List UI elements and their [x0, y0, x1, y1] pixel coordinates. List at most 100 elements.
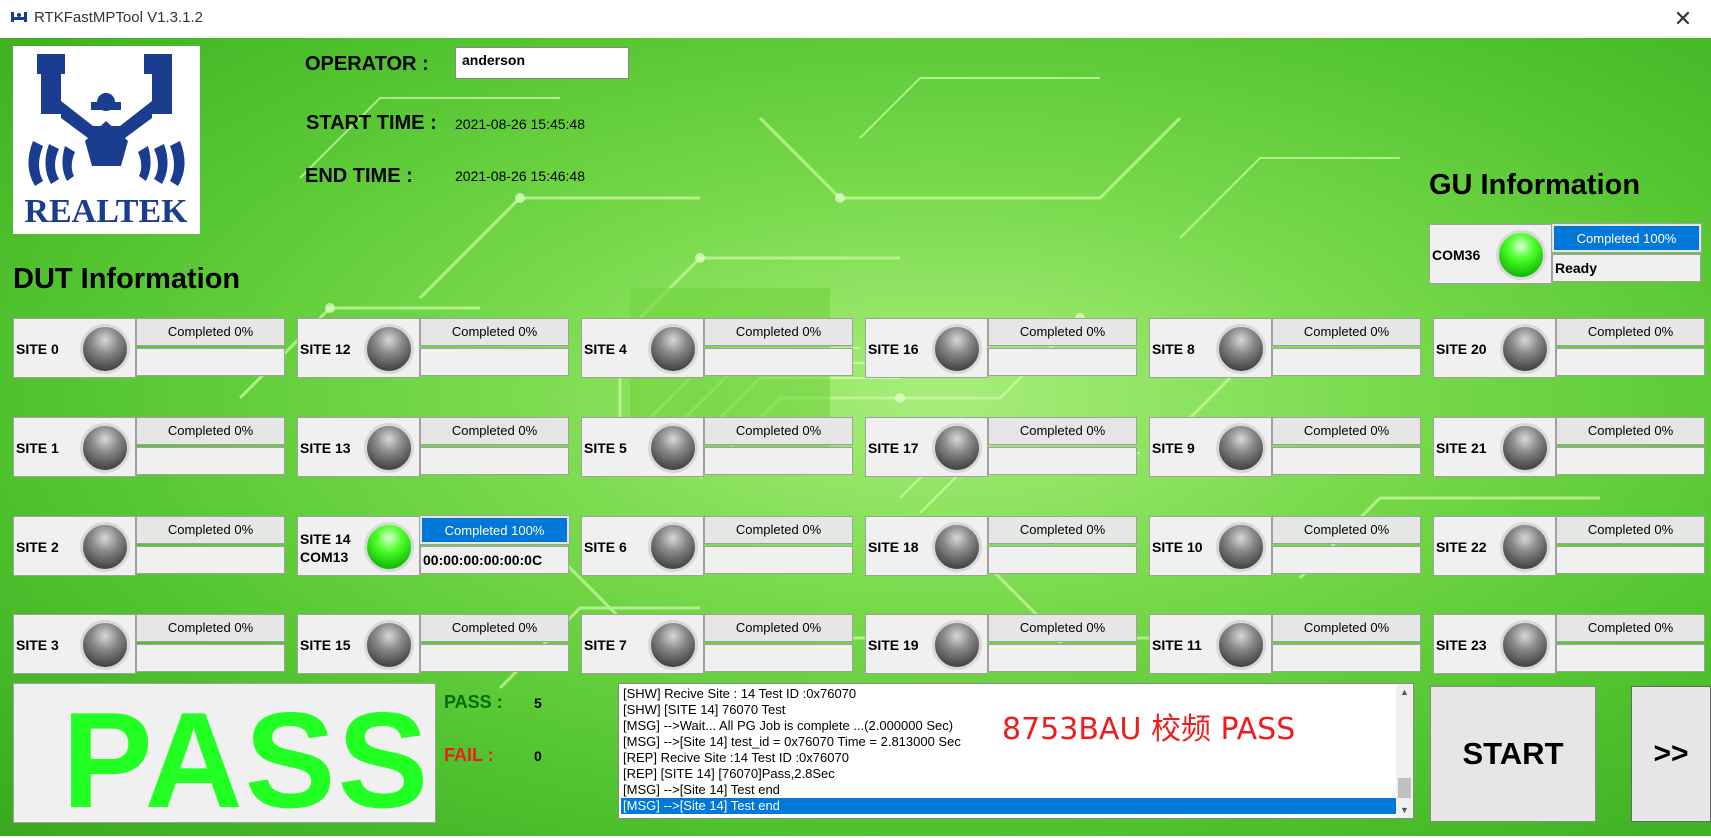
site-label: SITE 3	[16, 637, 59, 653]
site-progress-bar: Completed 0%	[988, 614, 1137, 642]
site-name: SITE 3	[16, 615, 59, 675]
scroll-up-icon[interactable]: ▲	[1396, 684, 1413, 700]
result-panel: PASS	[13, 683, 436, 836]
site-status-led	[648, 620, 698, 670]
site-status-led	[1216, 324, 1266, 374]
site-label: SITE 1	[16, 440, 59, 456]
site-label: SITE 10	[1152, 539, 1203, 555]
site-label: SITE 0	[16, 341, 59, 357]
site-label-box: SITE 23	[1433, 614, 1556, 674]
site-progress-bar: Completed 0%	[1272, 318, 1421, 346]
gu-progress-bar: Completed 100%	[1551, 223, 1702, 253]
dut-site: SITE 4 Completed 0%	[581, 318, 853, 378]
site-label-box: SITE 17	[865, 417, 988, 477]
dut-information-title: DUT Information	[13, 263, 241, 295]
site-name: SITE 23	[1436, 615, 1487, 675]
site-label: SITE 4	[584, 341, 627, 357]
site-name: SITE 15	[300, 615, 351, 675]
site-name: SITE 18	[868, 517, 919, 577]
site-progress-bar: Completed 0%	[704, 417, 853, 445]
log-line[interactable]: [MSG] -->[Site 14] Test end	[621, 782, 1397, 798]
site-name: SITE 13	[300, 418, 351, 478]
realtek-crab-logo: REALTEK	[24, 54, 188, 230]
site-label-box: SITE 10	[1149, 516, 1272, 576]
site-status-led	[1500, 620, 1550, 670]
site-status-led	[932, 620, 982, 670]
dut-site: SITE 2 Completed 0%	[13, 516, 285, 576]
dut-site: SITE 20 Completed 0%	[1433, 318, 1705, 378]
site-label-box: SITE 18	[865, 516, 988, 576]
log-line[interactable]: [REP] [SITE 14] [76070]Pass,2.8Sec	[621, 766, 1397, 782]
site-info	[988, 447, 1137, 475]
site-info	[420, 348, 569, 376]
gu-panel: COM36 Completed 100% Ready	[1429, 223, 1702, 284]
site-info	[704, 447, 853, 475]
site-label-box: SITE 9	[1149, 417, 1272, 477]
site-progress-bar: Completed 0%	[988, 417, 1137, 445]
site-progress-bar: Completed 0%	[136, 318, 285, 346]
realtek-logo: REALTEK	[13, 46, 200, 234]
site-label: SITE 15	[300, 637, 351, 653]
site-progress-bar: Completed 100%	[419, 515, 570, 545]
site-progress-bar: Completed 0%	[988, 318, 1137, 346]
site-name: SITE 6	[584, 517, 627, 577]
site-label: SITE 18	[868, 539, 919, 555]
app-icon	[11, 12, 27, 22]
site-progress-bar: Completed 0%	[1272, 516, 1421, 544]
site-name: SITE 9	[1152, 418, 1195, 478]
gu-information-title: GU Information	[1429, 169, 1641, 201]
log-line[interactable]: [SHW] Recive Site : 14 Test ID :0x76070	[621, 686, 1397, 702]
dut-site: SITE 15 Completed 0%	[297, 614, 569, 674]
site-status-led	[1216, 423, 1266, 473]
dut-site: SITE 0 Completed 0%	[13, 318, 285, 378]
site-progress-bar: Completed 0%	[1556, 318, 1705, 346]
operator-input[interactable]: anderson	[455, 47, 629, 79]
log-line[interactable]: [REP] Recive Site :14 Test ID :0x76070	[621, 750, 1397, 766]
site-label: SITE 19	[868, 637, 919, 653]
log-scrollbar[interactable]: ▲ ▼	[1396, 684, 1413, 818]
dut-site: SITE 16 Completed 0%	[865, 318, 1137, 378]
dut-site: SITE 6 Completed 0%	[581, 516, 853, 576]
site-label: SITE 21	[1436, 440, 1487, 456]
site-label-box: SITE 4	[581, 318, 704, 378]
site-status-led	[364, 324, 414, 374]
site-label: SITE 12	[300, 341, 351, 357]
site-status-led	[80, 620, 130, 670]
site-progress-bar: Completed 0%	[1556, 614, 1705, 642]
site-label: SITE 17	[868, 440, 919, 456]
dut-site: SITE 8 Completed 0%	[1149, 318, 1421, 378]
dut-site: SITE 7 Completed 0%	[581, 614, 853, 674]
window-title: RTKFastMPTool V1.3.1.2	[34, 9, 203, 26]
site-info	[136, 546, 285, 574]
site-status-led	[364, 620, 414, 670]
site-status-led	[80, 522, 130, 572]
close-button[interactable]: ✕	[1667, 4, 1699, 34]
site-info	[1272, 546, 1421, 574]
dut-site: SITE 23 Completed 0%	[1433, 614, 1705, 674]
site-progress-bar: Completed 0%	[704, 318, 853, 346]
site-status-led	[364, 423, 414, 473]
site-info	[988, 546, 1137, 574]
start-button[interactable]: START	[1430, 686, 1596, 822]
dut-site: SITE 18 Completed 0%	[865, 516, 1137, 576]
site-progress-bar: Completed 0%	[704, 614, 853, 642]
site-progress-bar: Completed 0%	[136, 417, 285, 445]
site-name: SITE 21	[1436, 418, 1487, 478]
scroll-down-icon[interactable]: ▼	[1396, 802, 1413, 818]
end-time-label: END TIME :	[305, 165, 413, 187]
site-info	[1556, 447, 1705, 475]
site-progress-bar: Completed 0%	[1556, 417, 1705, 445]
site-info	[1272, 447, 1421, 475]
site-status-led	[648, 522, 698, 572]
site-info	[1272, 644, 1421, 672]
site-label-box: SITE 1	[13, 417, 136, 477]
site-name: SITE 12	[300, 319, 351, 379]
site-name: SITE 1	[16, 418, 59, 478]
log-line[interactable]: [MSG] -->[Site 14] Test end	[621, 798, 1397, 814]
scroll-thumb[interactable]	[1398, 778, 1411, 798]
fail-count-value: 0	[534, 748, 542, 764]
more-button[interactable]: >>	[1631, 686, 1711, 822]
dut-site: SITE 3 Completed 0%	[13, 614, 285, 674]
site-info	[704, 546, 853, 574]
dut-site: SITE 17 Completed 0%	[865, 417, 1137, 477]
